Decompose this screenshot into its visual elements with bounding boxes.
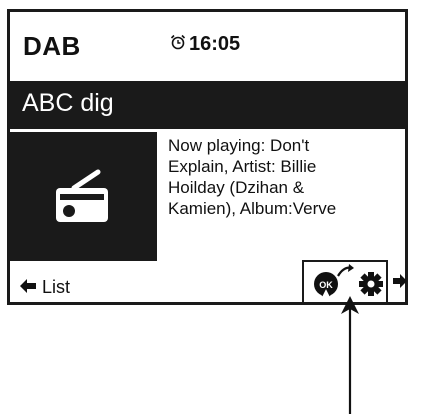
pointer-arrow [335,292,365,419]
arrow-left-icon [20,277,36,298]
now-playing-line: Hoilday (Dzihan & [168,178,305,197]
now-playing-text: Now playing: Don't Explain, Artist: Bill… [168,135,404,219]
list-label: List [42,277,71,297]
radio-display: DAB 16:05 ABC dig Now playing: Don't Exp… [7,9,408,305]
now-playing-line: Kamien), Album:Verve [168,199,337,218]
now-playing-line: Now playing: Don't [168,136,310,155]
mode-label: DAB [23,31,81,61]
radio-icon [56,169,108,222]
station-art [10,132,157,261]
clock: 16:05 [170,33,240,56]
arrow-right-icon[interactable] [393,274,407,293]
alarm-clock-icon [170,33,186,56]
list-nav[interactable]: List [20,277,70,298]
station-bar: ABC dig [10,81,405,129]
now-playing-line: Explain, Artist: Billie [168,157,317,176]
station-name: ABC dig [22,89,114,117]
clock-time: 16:05 [189,33,241,55]
